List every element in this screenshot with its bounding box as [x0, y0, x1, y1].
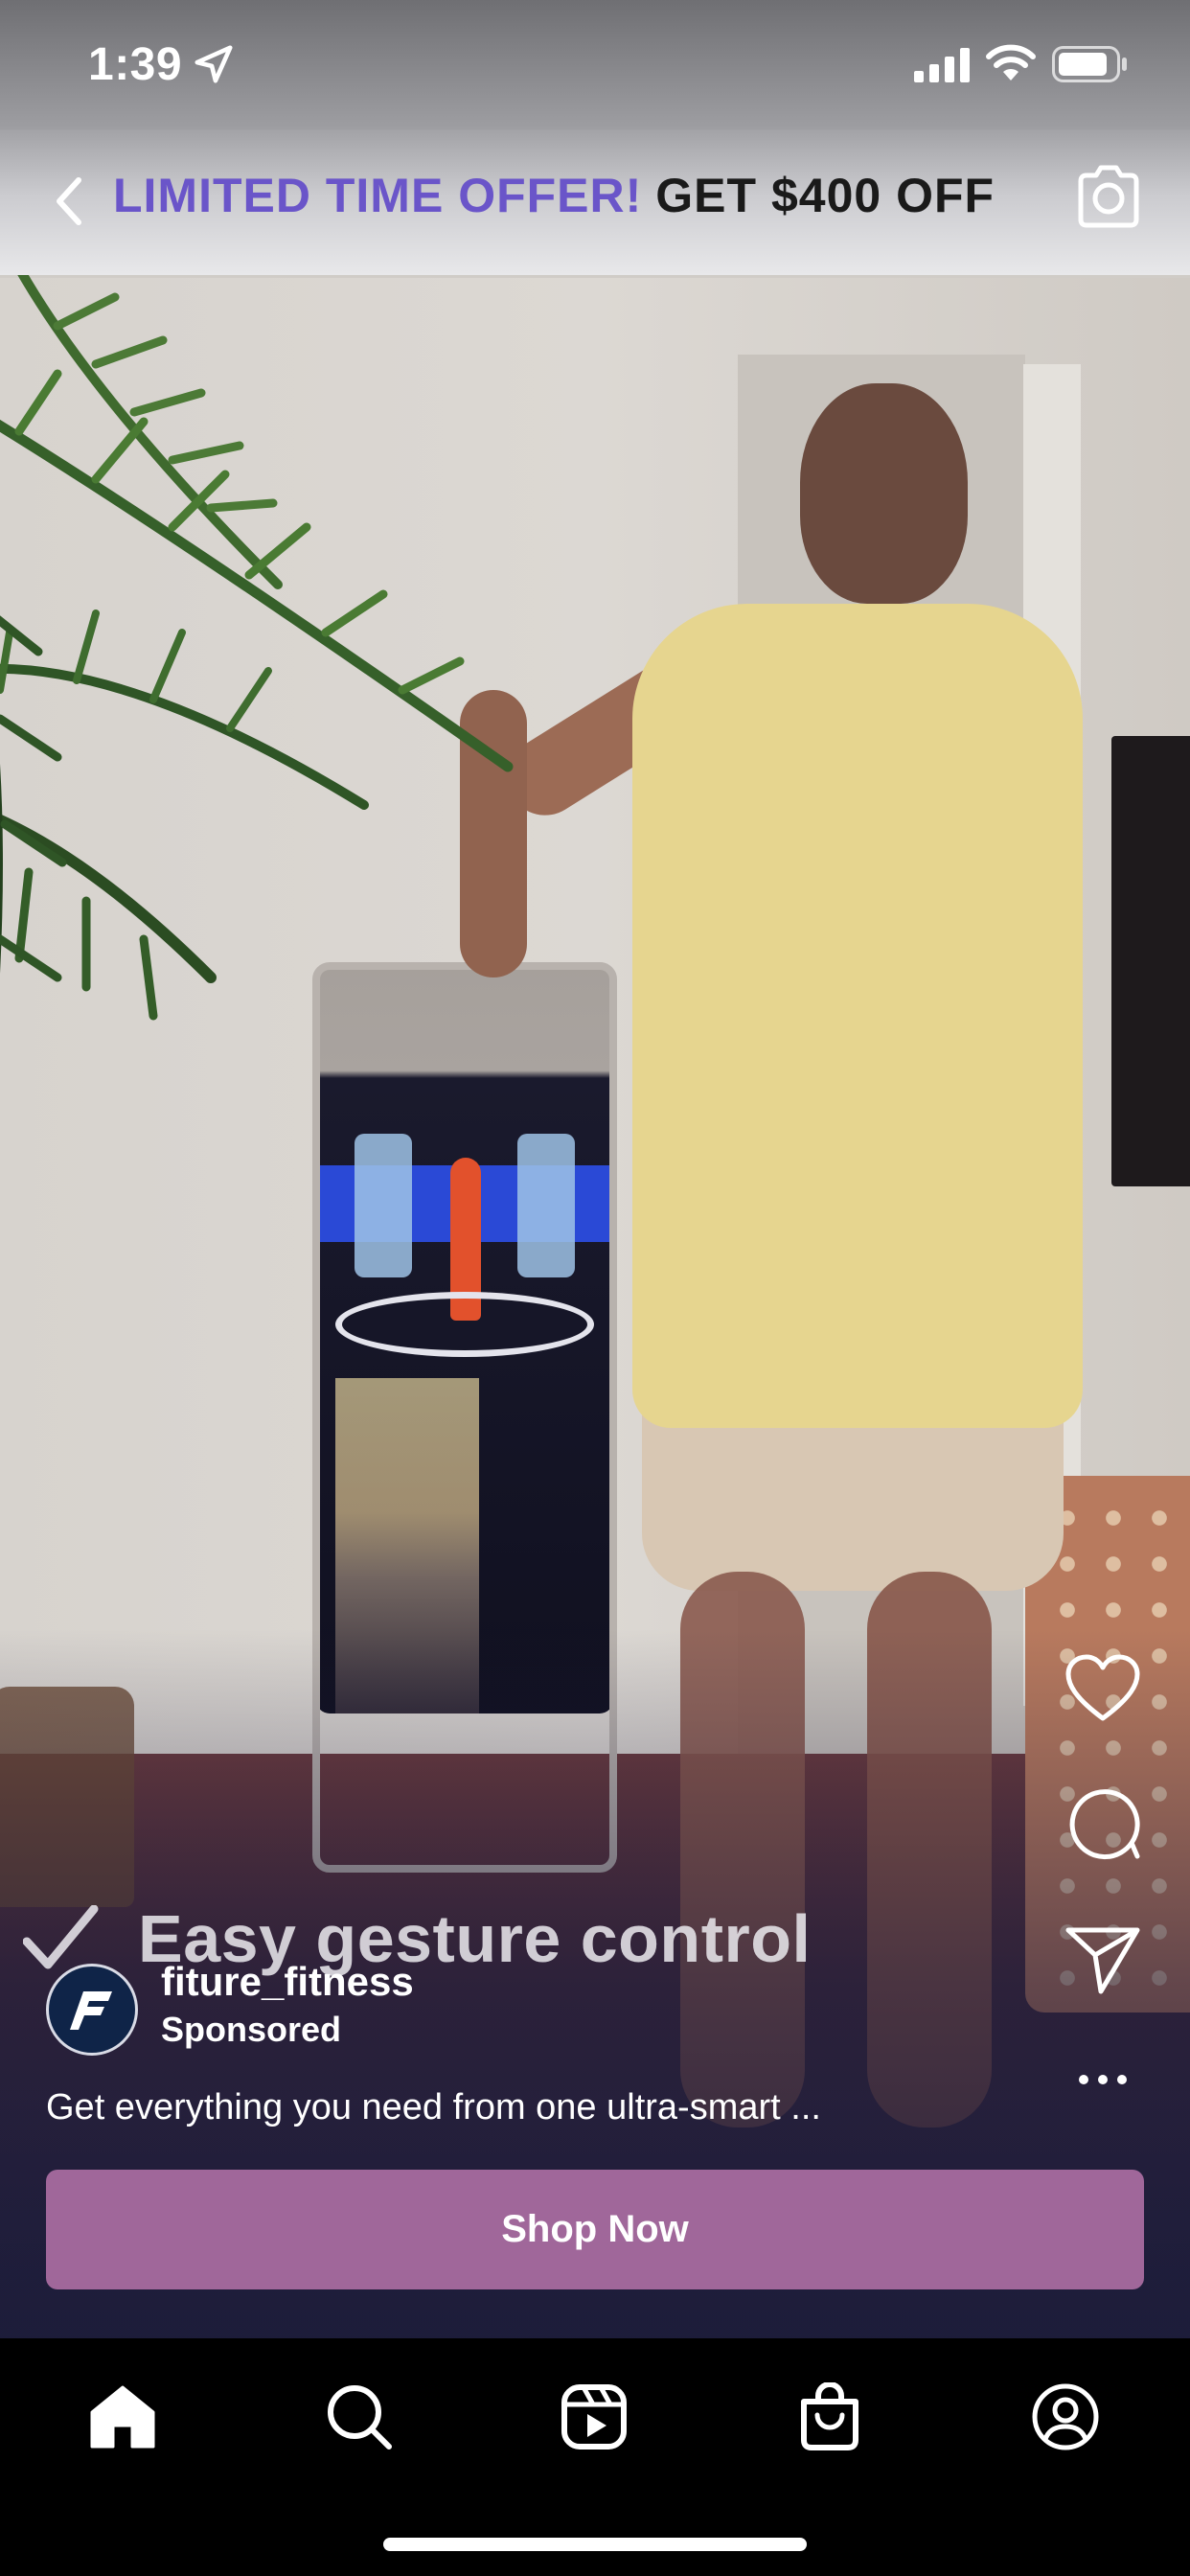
send-icon	[1065, 1927, 1140, 1994]
tv	[1111, 736, 1190, 1186]
like-button[interactable]	[1062, 1646, 1144, 1729]
shop-icon	[801, 2382, 858, 2450]
account-name[interactable]: fiture_fitness	[161, 1959, 414, 2005]
battery-icon	[1052, 46, 1127, 82]
more-icon	[1079, 2075, 1127, 2084]
comment-icon	[1069, 1789, 1140, 1860]
back-button[interactable]	[48, 168, 90, 235]
home-icon	[90, 2385, 155, 2449]
post-description[interactable]: Get everything you need from one ultra-s…	[46, 2087, 821, 2128]
more-button[interactable]	[1062, 2041, 1144, 2118]
offer-headline: LIMITED TIME OFFER! GET $400 OFF	[113, 168, 1071, 223]
person-head	[800, 383, 968, 604]
tab-search[interactable]	[319, 2377, 400, 2457]
fiture-logo-icon	[70, 1991, 112, 2030]
cellular-signal-icon	[914, 48, 970, 82]
tab-profile[interactable]	[1025, 2377, 1106, 2457]
tab-bar	[0, 2338, 1190, 2576]
tab-shop[interactable]	[790, 2377, 870, 2457]
reels-icon	[561, 2384, 627, 2450]
heart-icon	[1065, 1654, 1140, 1721]
palm-plant	[0, 268, 514, 1021]
sponsored-label: Sponsored	[161, 2010, 342, 2049]
camera-icon[interactable]	[1073, 160, 1144, 231]
person-shirt	[632, 604, 1083, 1428]
comment-button[interactable]	[1062, 1781, 1144, 1863]
offer-banner: LIMITED TIME OFFER! GET $400 OFF	[0, 129, 1190, 275]
search-icon	[328, 2385, 392, 2450]
tab-reels[interactable]	[554, 2377, 634, 2457]
status-time: 1:39	[88, 39, 183, 90]
offer-amount: GET $400 OFF	[655, 169, 995, 222]
home-indicator	[383, 2538, 807, 2551]
wifi-icon	[986, 44, 1036, 80]
tab-home[interactable]	[82, 2377, 163, 2457]
account-avatar[interactable]	[46, 1964, 138, 2056]
checkmark-icon	[23, 1905, 99, 1969]
location-arrow-icon	[195, 45, 233, 83]
shop-now-button[interactable]: Shop Now	[46, 2170, 1144, 2289]
profile-icon	[1032, 2383, 1099, 2450]
share-button[interactable]	[1062, 1919, 1144, 2001]
chevron-left-icon	[57, 177, 81, 225]
status-bar: 1:39	[0, 0, 1190, 129]
offer-highlight: LIMITED TIME OFFER!	[113, 169, 643, 222]
